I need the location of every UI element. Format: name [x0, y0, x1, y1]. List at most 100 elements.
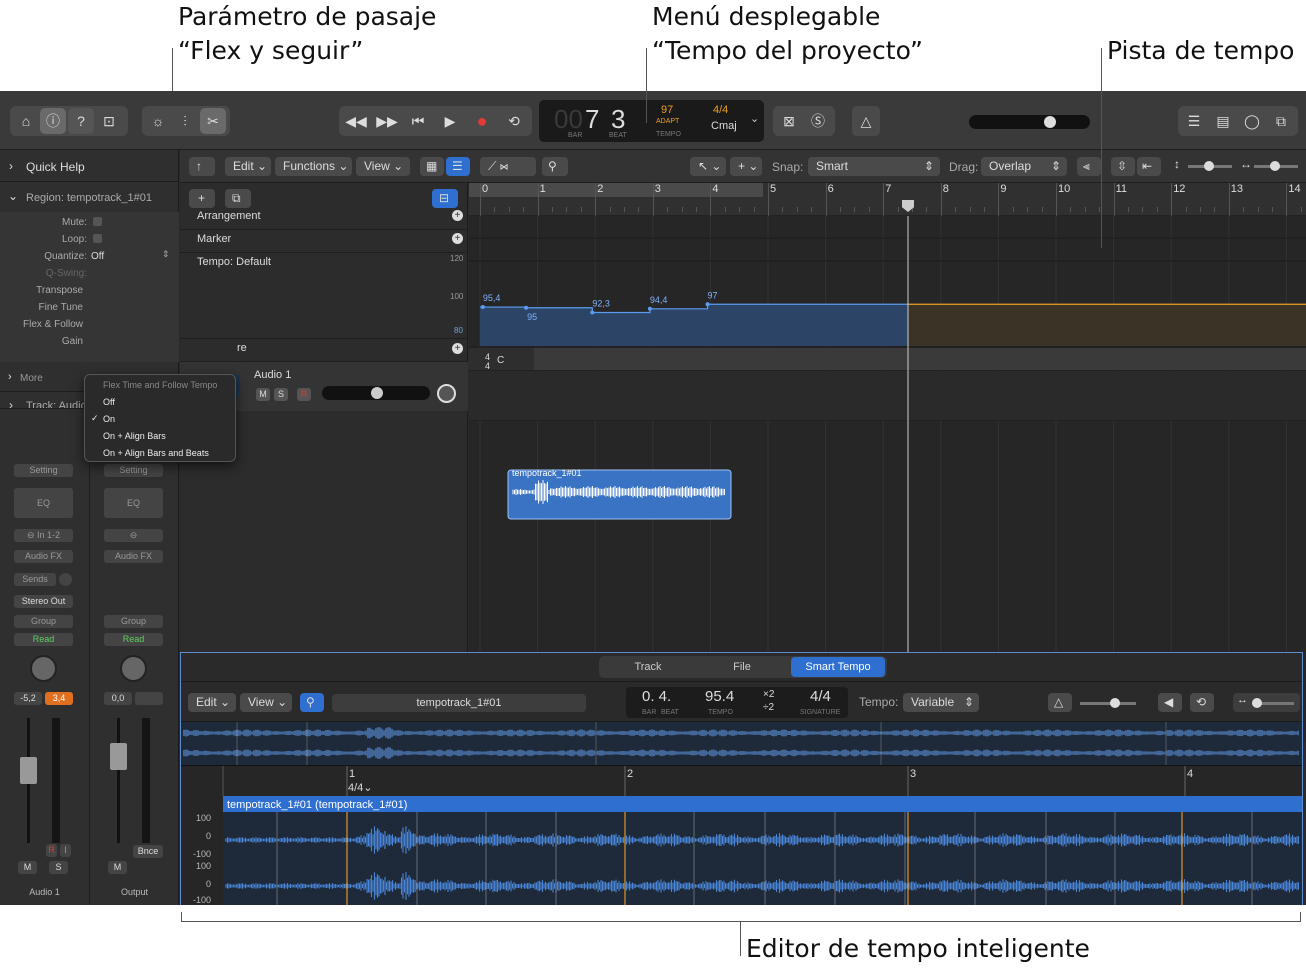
- menu-item-on[interactable]: On: [103, 414, 115, 424]
- track-pan-knob[interactable]: [437, 384, 456, 403]
- tab-track[interactable]: Track: [603, 657, 693, 677]
- forward-icon[interactable]: ▶▶: [374, 108, 400, 134]
- peak-readout[interactable]: [135, 692, 163, 705]
- position-value[interactable]: 0. 4.: [642, 688, 671, 705]
- pan-knob[interactable]: [120, 655, 147, 682]
- signature-value[interactable]: 4/4: [810, 688, 831, 705]
- menu-item-off[interactable]: Off: [103, 397, 115, 407]
- sends-button[interactable]: Sends: [14, 573, 56, 586]
- cycle-icon[interactable]: ⟲: [1190, 693, 1214, 712]
- global-track-marker[interactable]: Marker +: [180, 230, 468, 253]
- global-track-signature[interactable]: re +: [180, 339, 468, 362]
- grid-view-icon[interactable]: ▦: [420, 157, 444, 176]
- tempo-point[interactable]: [590, 310, 595, 315]
- global-track-arrangement[interactable]: Arrangement +: [180, 207, 468, 230]
- tempo-point[interactable]: [647, 306, 652, 311]
- slider-knob[interactable]: [1252, 698, 1262, 708]
- volume-readout[interactable]: 0,0: [104, 692, 132, 705]
- vertical-fit-icon[interactable]: ⇳: [1111, 157, 1135, 176]
- menu-item-on-align-bars[interactable]: On + Align Bars: [103, 431, 166, 441]
- back-button[interactable]: ↑: [189, 157, 215, 176]
- setting-button[interactable]: Setting: [14, 464, 73, 477]
- inspector-icon[interactable]: ⓘ: [40, 108, 66, 134]
- master-volume-knob[interactable]: [1044, 116, 1056, 128]
- snap-select[interactable]: Smart ⇕: [808, 157, 940, 176]
- play-icon[interactable]: ▶: [437, 108, 463, 134]
- add-track-button[interactable]: +: [189, 189, 215, 208]
- eq-button[interactable]: EQ: [104, 488, 163, 518]
- send-knob[interactable]: [59, 573, 72, 586]
- flex-follow-label[interactable]: Flex & Follow: [23, 319, 83, 330]
- group-button[interactable]: Group: [104, 615, 163, 628]
- smart-tempo-waveform[interactable]: tempotrack_1#01 (tempotrack_1#01) 100 0 -10…: [181, 796, 1302, 905]
- mixer-icon[interactable]: ⫶: [173, 108, 197, 134]
- view-menu[interactable]: View ⌄: [356, 157, 410, 176]
- browsers-icon[interactable]: ⧉: [1268, 108, 1294, 134]
- quantize-value[interactable]: Off: [91, 251, 104, 262]
- view-menu[interactable]: View ⌄: [240, 693, 292, 712]
- catch-icon[interactable]: ⚲: [542, 157, 568, 176]
- track-name[interactable]: Audio 1: [254, 369, 291, 381]
- audio-fx-button[interactable]: Audio FX: [14, 550, 73, 563]
- replace-icon[interactable]: ⊠: [776, 108, 802, 134]
- file-name-field[interactable]: tempotrack_1#01: [332, 694, 586, 712]
- cycle-icon[interactable]: ⟲: [501, 108, 527, 134]
- cycle-region[interactable]: [469, 183, 763, 197]
- pan-knob[interactable]: [30, 655, 57, 682]
- smart-tempo-ruler[interactable]: 1 2 3 4 4/4⌄: [181, 766, 1302, 796]
- tempo-point[interactable]: [705, 302, 710, 307]
- track-volume-slider[interactable]: [322, 386, 430, 400]
- automation-button[interactable]: Read: [104, 633, 163, 646]
- add-icon[interactable]: +: [452, 210, 463, 221]
- quick-help-icon[interactable]: ?: [68, 108, 94, 134]
- mute-button[interactable]: M: [18, 861, 37, 874]
- metronome-icon[interactable]: △: [852, 106, 880, 136]
- record-enable-button[interactable]: R: [46, 844, 57, 857]
- global-tracks-button[interactable]: ⊟: [432, 189, 458, 208]
- overview-waveform[interactable]: [181, 722, 1302, 765]
- functions-menu[interactable]: Functions ⌄: [275, 157, 352, 176]
- tempo-point[interactable]: [480, 305, 485, 310]
- tempo-mode-select[interactable]: Variable ⇕: [903, 693, 979, 712]
- duplicate-track-button[interactable]: ⧉: [225, 189, 251, 208]
- mute-checkbox[interactable]: [93, 217, 102, 226]
- master-volume-slider[interactable]: [969, 115, 1090, 129]
- horizontal-fit-icon[interactable]: ⇤: [1137, 157, 1161, 176]
- edit-menu[interactable]: Edit ⌄: [188, 693, 236, 712]
- input-button[interactable]: ⊖ In 1-2: [14, 529, 73, 542]
- tempo-point[interactable]: [524, 305, 529, 310]
- slider-knob[interactable]: [1110, 698, 1120, 708]
- drag-select[interactable]: Overlap ⇕: [981, 157, 1067, 176]
- track-mute-button[interactable]: M: [256, 388, 270, 401]
- updown-icon[interactable]: ⇕: [162, 249, 170, 260]
- pointer-tool-menu[interactable]: ↖ ⌄: [690, 157, 726, 176]
- library-icon[interactable]: ⌂: [14, 108, 38, 134]
- editors-icon[interactable]: ✂: [200, 108, 226, 134]
- audio-fx-button[interactable]: Audio FX: [104, 550, 163, 563]
- list-editors-icon[interactable]: ☰: [1181, 108, 1207, 134]
- link-button[interactable]: ⊖: [104, 529, 163, 542]
- edit-menu[interactable]: Edit ⌄: [225, 157, 271, 176]
- rewind-icon[interactable]: ◀◀: [343, 108, 369, 134]
- chevron-down-icon[interactable]: ⌄: [750, 112, 759, 125]
- toolbar-icon[interactable]: ⊡: [96, 108, 122, 134]
- slider-knob[interactable]: [1204, 161, 1214, 171]
- setting-button[interactable]: Setting: [104, 464, 163, 477]
- record-icon[interactable]: ●: [469, 108, 495, 134]
- peak-readout[interactable]: 3,4: [45, 692, 73, 705]
- list-view-icon[interactable]: ☰: [446, 157, 470, 176]
- waveform-zoom-icon[interactable]: ⫷: [1077, 157, 1101, 176]
- automation-button[interactable]: Read: [14, 633, 73, 646]
- double-tempo-button[interactable]: ×2: [763, 689, 774, 700]
- notepad-icon[interactable]: ▤: [1210, 108, 1236, 134]
- menu-item-on-align-bars-beats[interactable]: On + Align Bars and Beats: [103, 448, 209, 458]
- project-tempo-menu[interactable]: 97 ADAPT TEMPO: [644, 102, 694, 140]
- volume-fader[interactable]: [110, 743, 127, 770]
- tempo-value[interactable]: 95.4: [705, 688, 734, 705]
- mute-button[interactable]: M: [108, 861, 127, 874]
- tab-smart-tempo[interactable]: Smart Tempo: [791, 657, 885, 677]
- volume-readout[interactable]: -5,2: [14, 692, 42, 705]
- zoom-slider[interactable]: [1252, 698, 1294, 708]
- input-monitor-button[interactable]: I: [60, 844, 71, 857]
- slider-knob[interactable]: [1270, 161, 1280, 171]
